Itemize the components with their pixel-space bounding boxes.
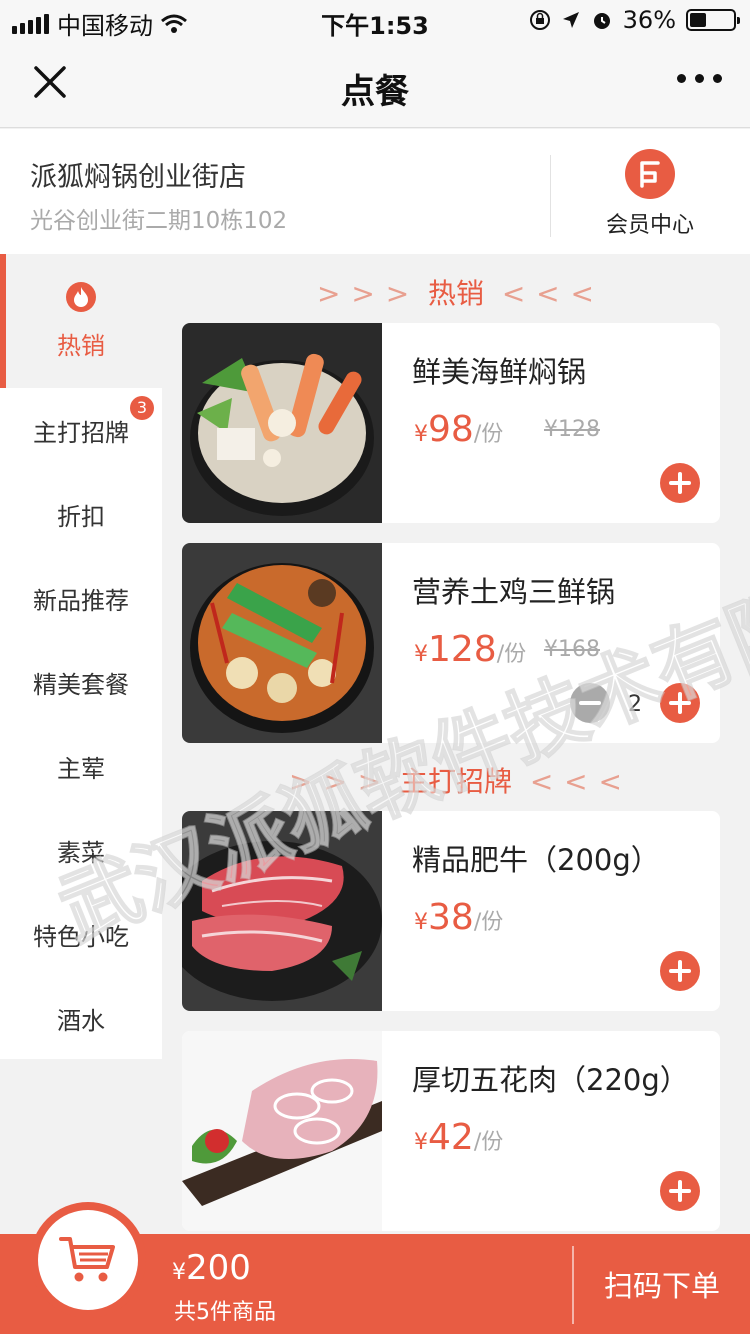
section-header-hot: > > > 热销 < < < [162,272,750,312]
battery-icon [686,9,740,31]
store-name: 派狐焖锅创业街店 [30,162,246,193]
sidebar-item-label: 酒水 [57,1006,105,1035]
category-sidebar: 热销 主打招牌 3 折扣 新品推荐 精美套餐 主荤 素菜 特色小吃 酒水 [0,254,162,1059]
remove-from-cart-button[interactable] [570,683,610,723]
member-logo-icon [625,149,675,199]
scan-order-button[interactable]: 扫码下单 [574,1234,750,1334]
count-badge: 3 [130,396,154,420]
store-address: 光谷创业街二期10栋102 [30,208,288,234]
product-image [182,1031,382,1231]
rotation-lock-icon [529,10,550,30]
product-name: 精品肥牛（200g） [412,843,660,877]
sidebar-item-label: 折扣 [57,502,105,531]
cart-button[interactable] [30,1202,146,1318]
more-icon[interactable] [677,74,722,83]
nav-bar: 点餐 [0,40,750,128]
product-name: 鲜美海鲜焖锅 [412,355,587,389]
product-card[interactable]: 鲜美海鲜焖锅 ¥98/份 ¥128 [182,323,720,523]
product-card[interactable]: 精品肥牛（200g） ¥38/份 [182,811,720,1011]
cart-count: 共5件商品 [174,1300,276,1325]
section-header-signature: > > > 主打招牌 < < < [162,760,750,800]
sidebar-item-label: 新品推荐 [33,586,129,615]
add-to-cart-button[interactable] [660,683,700,723]
arrow-left-icon: < < < [529,765,623,798]
sidebar-item-snacks[interactable]: 特色小吃 [0,892,162,976]
add-to-cart-button[interactable] [660,1171,700,1211]
product-card[interactable]: 营养土鸡三鲜锅 ¥128/份 ¥168 2 [182,543,720,743]
product-image [182,323,382,523]
sidebar-item-hot[interactable]: 热销 [0,254,162,388]
sidebar-item-label: 素菜 [57,838,105,867]
product-name: 厚切五花肉（220g） [412,1063,689,1097]
sidebar-item-vegetable[interactable]: 素菜 [0,808,162,892]
original-price: ¥128 [544,417,600,442]
add-to-cart-button[interactable] [660,951,700,991]
section-title: 主打招牌 [399,765,512,798]
divider [550,155,551,237]
product-price: ¥128/份 [414,629,527,670]
sidebar-item-discount[interactable]: 折扣 [0,472,162,556]
cart-icon [59,1237,115,1282]
battery-percent: 36% [622,6,676,34]
product-image [182,811,382,1011]
location-icon [562,12,579,28]
section-title: 热销 [427,277,484,310]
product-price: ¥98/份 [414,409,504,450]
store-header: 派狐焖锅创业街店 光谷创业街二期10栋102 会员中心 [0,129,750,254]
flame-icon [66,281,96,312]
original-price: ¥168 [544,637,600,662]
cart-bar: ¥200 共5件商品 扫码下单 [0,1202,750,1334]
sidebar-item-meat[interactable]: 主荤 [0,724,162,808]
sidebar-item-label: 特色小吃 [33,922,129,951]
sidebar-item-label: 精美套餐 [33,670,129,699]
product-price: ¥42/份 [414,1117,504,1158]
sidebar-item-new[interactable]: 新品推荐 [0,556,162,640]
arrow-right-icon: > > > [288,765,383,798]
product-name: 营养土鸡三鲜锅 [412,575,616,609]
sidebar-item-combo[interactable]: 精美套餐 [0,640,162,724]
sidebar-item-drinks[interactable]: 酒水 [0,976,162,1060]
add-to-cart-button[interactable] [660,463,700,503]
product-image [182,543,382,743]
member-center-label: 会员中心 [605,213,694,238]
sidebar-item-label: 主荤 [57,754,105,783]
sidebar-item-signature[interactable]: 主打招牌 3 [0,388,162,472]
cart-total: ¥200 [172,1248,251,1288]
page-title: 点餐 [341,72,409,112]
alarm-icon [593,13,610,29]
sidebar-item-label: 主打招牌 [33,418,129,447]
quantity-value: 2 [628,692,642,717]
sidebar-item-label: 热销 [57,331,105,360]
product-price: ¥38/份 [414,897,504,938]
close-icon[interactable] [30,62,70,102]
arrow-left-icon: < < < [501,277,595,310]
arrow-right-icon: > > > [316,277,411,310]
member-center-button[interactable]: 会员中心 [560,149,740,239]
status-bar: 中国移动 下午1:53 36% [0,0,750,40]
product-card[interactable]: 厚切五花肉（220g） ¥42/份 [182,1031,720,1231]
